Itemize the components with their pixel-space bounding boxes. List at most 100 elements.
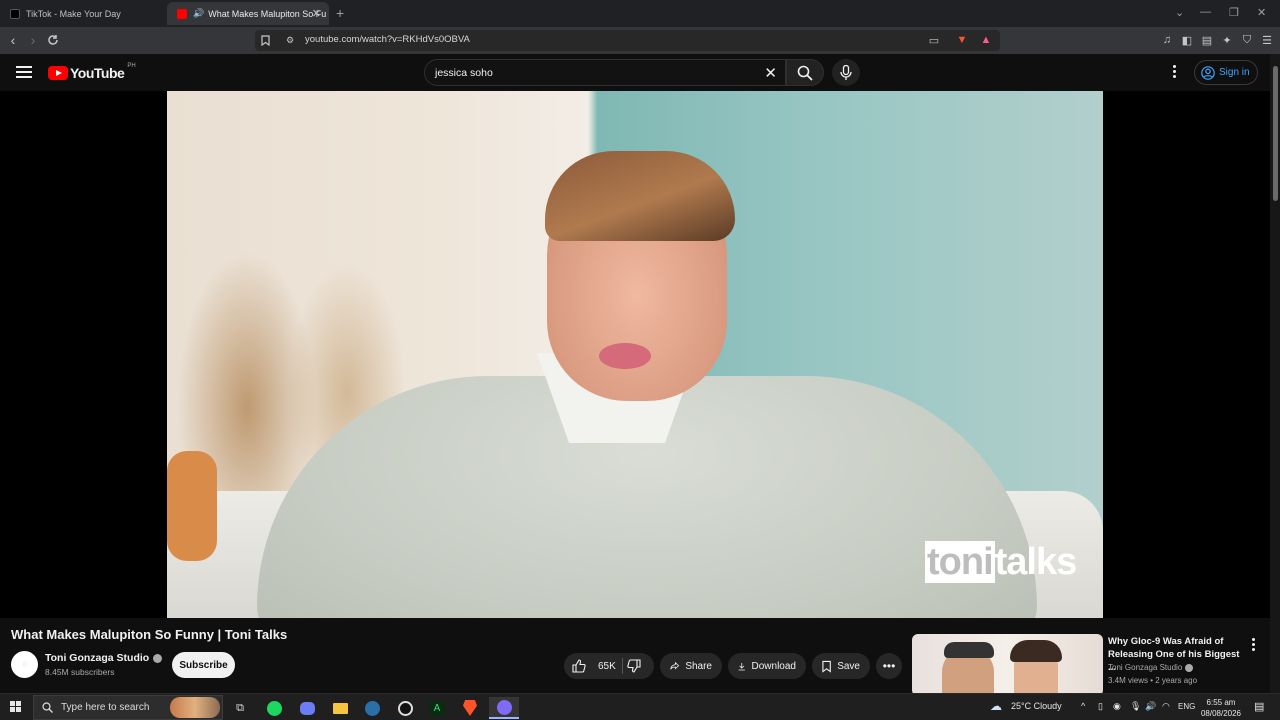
volume-icon[interactable]: 🔊 [1145, 701, 1156, 712]
voice-search-button[interactable] [832, 59, 860, 86]
clear-search-icon[interactable]: ✕ [764, 64, 777, 82]
taskbar-search-placeholder: Type here to search [61, 702, 150, 713]
terminal-icon[interactable]: A [425, 697, 449, 719]
reload-icon[interactable] [44, 31, 62, 49]
speaker-icon: 🔊 [193, 8, 205, 18]
download-icon [738, 662, 745, 670]
recommended-channel-text: Toni Gonzaga Studio [1108, 663, 1183, 672]
logo-text: YouTube [70, 65, 125, 81]
save-playlist-icon [822, 660, 831, 673]
tab-tiktok[interactable]: TikTok - Make Your Day [0, 2, 165, 25]
video-title: What Makes Malupiton So Funny | Toni Tal… [11, 627, 288, 642]
share-button[interactable]: Share [660, 653, 722, 679]
youtube-header: YouTube PH jessica soho ✕ Sign in [0, 54, 1270, 91]
search-input[interactable]: jessica soho ✕ [424, 59, 786, 86]
address-bar[interactable]: ⚙ youtube.com/watch?v=RKHdVs0OBVA ▭ ▼ ▲ [255, 30, 1000, 51]
microphone-icon [840, 65, 852, 80]
task-view-icon[interactable]: ⧉ [228, 697, 252, 719]
site-info-icon[interactable]: ⚙ [283, 33, 297, 47]
video-frame[interactable]: tonitalks [167, 91, 1103, 618]
restore-icon[interactable]: ❐ [1229, 6, 1239, 19]
thumbs-up-icon [572, 659, 586, 673]
like-button[interactable]: 65K [572, 653, 616, 679]
taskbar-search-box[interactable]: Type here to search [33, 695, 223, 720]
notification-icon[interactable]: ▤ [1254, 700, 1264, 713]
browser-tab-strip: TikTok - Make Your Day 🔊 What Makes Malu… [0, 0, 1280, 27]
weather-cloud-icon[interactable]: ☁ [990, 699, 1002, 713]
like-dislike-group: 65K [564, 653, 654, 679]
minimize-icon[interactable]: — [1200, 6, 1211, 18]
subscriber-count: 8.45M subscribers [45, 667, 115, 677]
tab-title: TikTok - Make Your Day [26, 8, 121, 19]
discord-icon[interactable] [295, 697, 319, 719]
more-actions-button[interactable]: ••• [876, 653, 902, 679]
tab-youtube[interactable]: 🔊 What Makes Malupiton So Fu ✕ [167, 2, 329, 25]
search-button[interactable] [786, 59, 824, 86]
scrollbar-thumb[interactable] [1273, 66, 1278, 201]
channel-avatar[interactable]: ◌ [11, 651, 38, 678]
tiktok-icon [10, 8, 20, 19]
music-icon[interactable]: ♫ [1160, 33, 1174, 47]
channel-name[interactable]: Toni Gonzaga Studio [45, 652, 163, 664]
brave-rewards-icon[interactable]: ▲ [979, 33, 993, 47]
vpn-icon[interactable]: ⛉ [1240, 33, 1254, 47]
recommended-thumbnail[interactable] [912, 634, 1103, 696]
url-text: youtube.com/watch?v=RKHdVs0OBVA [305, 34, 470, 45]
save-button[interactable]: Save [812, 653, 870, 679]
verified-check-icon [1185, 663, 1194, 672]
like-count: 65K [598, 660, 616, 672]
tab-title: What Makes Malupiton So Fu [208, 8, 327, 19]
wallet-icon[interactable]: ▤ [1200, 33, 1214, 47]
recommended-more-icon[interactable] [1250, 638, 1256, 652]
settings-kebab-icon[interactable] [1170, 65, 1178, 81]
recommended-channel[interactable]: Toni Gonzaga Studio [1108, 663, 1194, 672]
leo-ai-icon[interactable]: ✦ [1220, 33, 1234, 47]
person-hair [545, 151, 735, 241]
page-scrollbar[interactable] [1270, 54, 1280, 693]
back-icon[interactable]: ‹ [4, 31, 22, 49]
account-icon [1201, 65, 1215, 80]
steam-icon[interactable] [360, 697, 384, 719]
tab-search-icon[interactable]: ⌄ [1175, 6, 1184, 19]
clock-date: 08/08/2026 [1200, 709, 1242, 718]
dislike-button[interactable] [627, 653, 647, 679]
sign-in-button[interactable]: Sign in [1194, 60, 1258, 85]
browser-toolbar: ‹ › ⚙ youtube.com/watch?v=RKHdVs0OBVA ▭ … [0, 27, 1280, 54]
brave-browser-icon[interactable] [458, 697, 482, 719]
save-label: Save [837, 660, 860, 672]
brave-shield-icon[interactable]: ▼ [955, 33, 969, 47]
windows-start-icon[interactable] [10, 701, 22, 713]
subscribe-button[interactable]: Subscribe [172, 652, 235, 678]
search-query: jessica soho [435, 67, 493, 79]
tray-overflow-icon[interactable]: ^ [1081, 701, 1085, 711]
new-tab-icon[interactable]: + [336, 5, 344, 21]
system-clock[interactable]: 6:55 am 08/08/2026 [1196, 697, 1246, 719]
forward-icon[interactable]: › [24, 31, 42, 49]
obs-icon[interactable] [393, 697, 417, 719]
download-label: Download [751, 660, 796, 672]
cast-icon[interactable]: ▭ [927, 33, 941, 47]
close-tab-icon[interactable]: ✕ [312, 7, 321, 20]
video-player[interactable]: tonitalks [0, 91, 1270, 618]
more-horizontal-icon: ••• [882, 659, 896, 673]
menu-icon[interactable]: ☰ [1260, 33, 1274, 47]
brave-active-window-icon[interactable] [489, 697, 519, 719]
windows-taskbar: Type here to search ⧉ A ☁ 25°C Cloudy ^ … [0, 693, 1280, 720]
bookmark-icon[interactable] [258, 33, 272, 47]
microphone-tray-icon[interactable]: 🎙 [1130, 701, 1141, 712]
region-code: PH [127, 63, 136, 69]
youtube-logo[interactable]: YouTube PH [48, 63, 136, 81]
file-explorer-icon[interactable] [328, 697, 352, 719]
thumbnail-cap [944, 642, 994, 658]
tray-app-icon[interactable]: ◉ [1113, 701, 1121, 712]
weather-text[interactable]: 25°C Cloudy [1011, 701, 1062, 711]
youtube-play-icon [48, 66, 68, 80]
sidebar-icon[interactable]: ◧ [1180, 33, 1194, 47]
hamburger-menu-icon[interactable] [16, 66, 32, 78]
tray-app-icon[interactable]: ▯ [1098, 701, 1103, 712]
spotify-icon[interactable] [262, 697, 286, 719]
download-button[interactable]: Download [728, 653, 806, 679]
language-indicator[interactable]: ENG [1178, 702, 1195, 711]
close-window-icon[interactable]: ✕ [1257, 6, 1266, 19]
wifi-icon[interactable]: ◠ [1162, 701, 1170, 712]
